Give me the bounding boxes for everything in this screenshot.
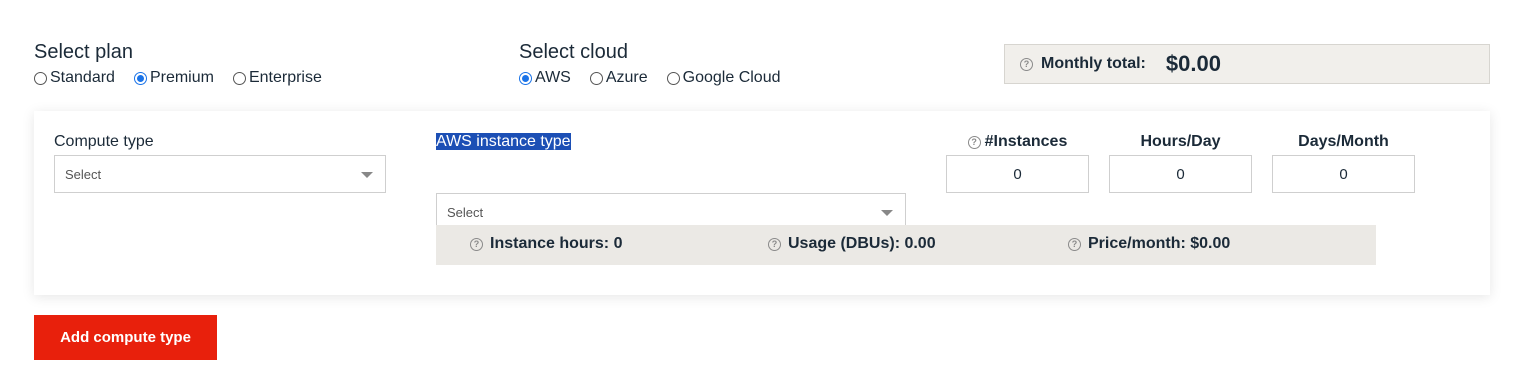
radio-enterprise[interactable] bbox=[232, 71, 246, 85]
plan-option-label: Enterprise bbox=[248, 69, 322, 86]
instances-label: ? #Instances bbox=[946, 133, 1089, 151]
instances-input[interactable] bbox=[946, 155, 1089, 193]
price-text: Price/month: $0.00 bbox=[1088, 235, 1231, 252]
days-input[interactable] bbox=[1272, 155, 1415, 193]
monthly-total-value: $0.00 bbox=[1165, 51, 1221, 76]
chevron-down-icon bbox=[361, 172, 373, 178]
help-circle-icon[interactable]: ? bbox=[1068, 237, 1081, 251]
radio-azure[interactable] bbox=[589, 71, 603, 85]
hours-input[interactable] bbox=[1109, 155, 1252, 193]
cloud-title: Select cloud bbox=[519, 41, 628, 63]
help-circle-icon[interactable]: ? bbox=[967, 135, 981, 149]
hours-label: Hours/Day bbox=[1140, 133, 1221, 150]
monthly-total-box: ? Monthly total: $0.00 bbox=[1004, 44, 1490, 84]
plan-option-label: Standard bbox=[50, 69, 115, 86]
days-label: Days/Month bbox=[1298, 133, 1389, 150]
chevron-down-icon bbox=[881, 210, 893, 216]
instance-type-label-text: AWS instance type bbox=[436, 133, 571, 150]
plan-option-premium[interactable]: Premium bbox=[133, 69, 214, 87]
help-circle-icon[interactable]: ? bbox=[470, 237, 483, 251]
instance-hours-text: Instance hours: 0 bbox=[490, 235, 623, 252]
help-circle-icon[interactable]: ? bbox=[768, 237, 781, 251]
compute-type-label: Compute type bbox=[54, 133, 154, 150]
cloud-option-azure[interactable]: Azure bbox=[589, 69, 648, 87]
cloud-option-label: AWS bbox=[535, 69, 571, 86]
radio-aws[interactable] bbox=[519, 71, 532, 85]
help-circle-icon[interactable]: ? bbox=[1020, 57, 1033, 71]
instance-type-placeholder: Select bbox=[447, 204, 484, 220]
price-summary: ? Price/month: $0.00 bbox=[1068, 235, 1230, 253]
cloud-radio-group: AWS Azure Google Cloud bbox=[519, 69, 781, 87]
monthly-total-label: Monthly total: bbox=[1041, 55, 1146, 72]
radio-google-cloud[interactable] bbox=[666, 71, 680, 85]
instance-hours-summary: ? Instance hours: 0 bbox=[470, 235, 622, 253]
usage-text: Usage (DBUs): 0.00 bbox=[788, 235, 936, 252]
instance-type-label: AWS instance type bbox=[436, 133, 571, 151]
plan-radio-group: Standard Premium Enterprise bbox=[34, 69, 322, 87]
cloud-option-google[interactable]: Google Cloud bbox=[666, 69, 781, 87]
radio-premium[interactable] bbox=[133, 71, 147, 85]
plan-title: Select plan bbox=[34, 41, 133, 63]
plan-option-standard[interactable]: Standard bbox=[34, 69, 115, 87]
plan-option-enterprise[interactable]: Enterprise bbox=[232, 69, 322, 87]
compute-type-select[interactable]: Select bbox=[54, 155, 386, 193]
cloud-option-label: Google Cloud bbox=[682, 69, 781, 86]
add-compute-type-button[interactable]: Add compute type bbox=[34, 315, 217, 360]
instances-label-text: #Instances bbox=[984, 133, 1068, 150]
plan-option-label: Premium bbox=[149, 69, 214, 86]
compute-type-placeholder: Select bbox=[65, 166, 102, 182]
cloud-option-aws[interactable]: AWS bbox=[519, 69, 571, 87]
radio-standard[interactable] bbox=[34, 71, 47, 85]
usage-summary: ? Usage (DBUs): 0.00 bbox=[768, 235, 936, 253]
cloud-option-label: Azure bbox=[605, 69, 648, 86]
